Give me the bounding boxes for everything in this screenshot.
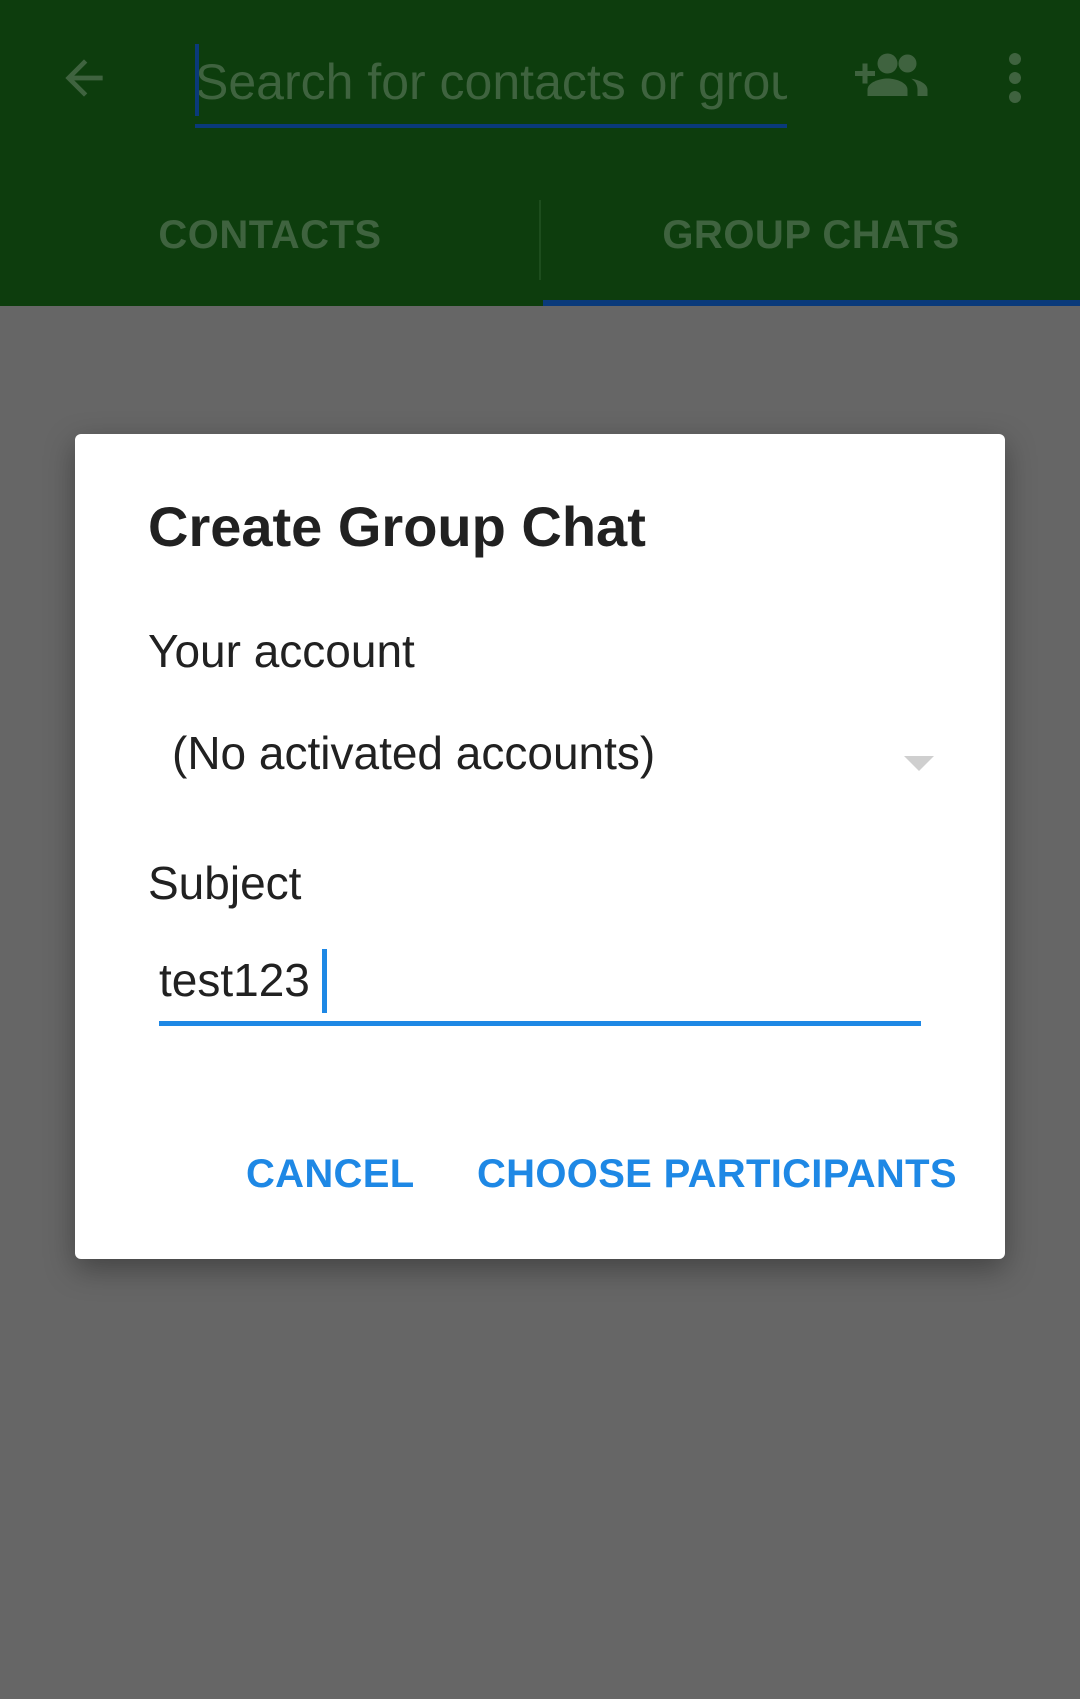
arrow-back-icon bbox=[56, 50, 112, 111]
text-cursor bbox=[322, 949, 327, 1013]
account-label: Your account bbox=[148, 625, 415, 677]
search-caret bbox=[195, 44, 199, 116]
back-button[interactable] bbox=[44, 40, 124, 120]
toolbar bbox=[0, 0, 1080, 160]
cancel-button[interactable]: CANCEL bbox=[246, 1134, 414, 1214]
tab-bar: CONTACTS GROUP CHATS bbox=[0, 190, 1080, 306]
search-input[interactable] bbox=[195, 40, 787, 124]
tab-group-chats[interactable]: GROUP CHATS bbox=[542, 190, 1080, 280]
search-field[interactable] bbox=[195, 40, 787, 128]
account-spinner-value: (No activated accounts) bbox=[172, 727, 656, 779]
app-bar: CONTACTS GROUP CHATS bbox=[0, 0, 1080, 306]
selected-tab-indicator bbox=[543, 300, 1080, 306]
subject-label: Subject bbox=[148, 857, 302, 909]
tab-contacts[interactable]: CONTACTS bbox=[0, 190, 540, 280]
more-vert-icon bbox=[1007, 52, 1023, 109]
subject-input[interactable] bbox=[159, 939, 921, 1021]
group-add-icon bbox=[850, 46, 930, 111]
choose-participants-button[interactable]: CHOOSE PARTICIPANTS bbox=[477, 1134, 957, 1214]
tab-divider bbox=[539, 200, 541, 280]
create-group-chat-dialog: Create Group Chat Your account (No activ… bbox=[75, 434, 1005, 1259]
dropdown-arrow-icon bbox=[904, 756, 934, 771]
dialog-title: Create Group Chat bbox=[148, 495, 646, 558]
subject-field[interactable] bbox=[159, 939, 921, 1026]
account-spinner[interactable]: (No activated accounts) bbox=[148, 714, 938, 804]
overflow-menu-button[interactable] bbox=[990, 40, 1040, 120]
add-group-button[interactable] bbox=[840, 38, 940, 118]
